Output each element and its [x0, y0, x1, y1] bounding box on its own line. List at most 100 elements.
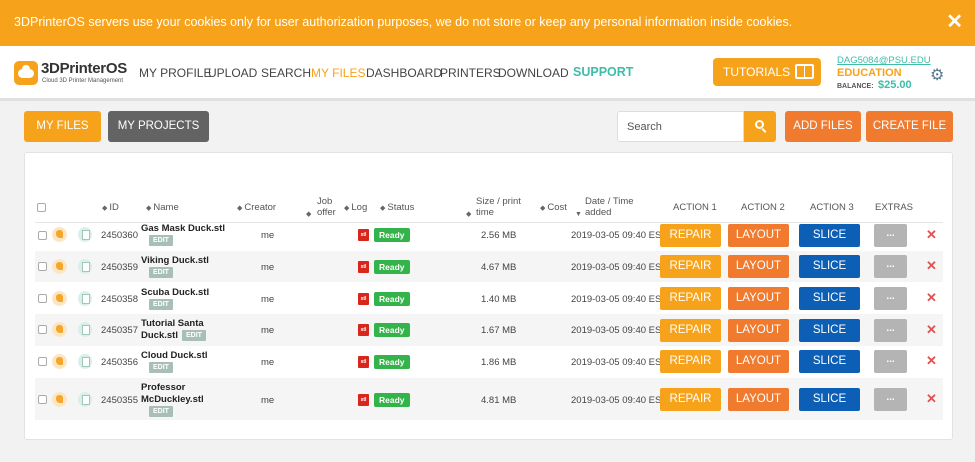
nav-my-profile[interactable]: MY PROFILE [139, 66, 211, 80]
header-cost[interactable]: ◆ Cost [540, 202, 567, 214]
user-email-link[interactable]: DAG5084@PSU.EDU [837, 55, 931, 66]
file-icon[interactable] [78, 354, 92, 369]
extras-button[interactable]: ... [874, 255, 907, 278]
duck-thumbnail-icon[interactable] [52, 259, 67, 274]
delete-icon[interactable]: ✕ [926, 353, 937, 369]
duck-thumbnail-icon[interactable] [52, 392, 67, 407]
nav-my-files[interactable]: MY FILES [311, 66, 365, 80]
layout-button[interactable]: LAYOUT [728, 388, 789, 411]
extras-button[interactable]: ... [874, 350, 907, 373]
edit-button[interactable]: EDIT [182, 330, 206, 341]
file-name[interactable]: Viking Duck.stl [141, 255, 209, 266]
file-icon[interactable] [78, 227, 92, 242]
extras-button[interactable]: ... [874, 287, 907, 310]
layout-button[interactable]: LAYOUT [728, 287, 789, 310]
gear-icon[interactable]: ⚙ [930, 65, 944, 85]
duck-thumbnail-icon[interactable] [52, 291, 67, 306]
delete-icon[interactable]: ✕ [926, 391, 937, 407]
repair-button[interactable]: REPAIR [660, 350, 721, 373]
repair-button[interactable]: REPAIR [660, 224, 721, 247]
row-checkbox[interactable] [38, 325, 47, 334]
add-files-button[interactable]: ADD FILES [785, 111, 861, 142]
select-all-checkbox[interactable] [37, 203, 46, 212]
delete-icon[interactable]: ✕ [926, 227, 937, 243]
repair-button[interactable]: REPAIR [660, 255, 721, 278]
row-checkbox[interactable] [38, 357, 47, 366]
file-size: 4.67 MB [481, 262, 517, 273]
slice-button[interactable]: SLICE [799, 319, 860, 342]
header-id[interactable]: ◆ ID [102, 202, 119, 214]
slice-button[interactable]: SLICE [799, 350, 860, 373]
logo[interactable]: 3DPrinterOS Cloud 3D Printer Management [14, 60, 130, 88]
edit-button[interactable]: EDIT [149, 406, 173, 417]
file-name[interactable]: Gas Mask Duck.stl [141, 223, 225, 234]
header-creator[interactable]: ◆ Creator [237, 202, 276, 214]
duck-thumbnail-icon[interactable] [52, 354, 67, 369]
repair-button[interactable]: REPAIR [660, 388, 721, 411]
row-checkbox[interactable] [38, 262, 47, 271]
close-icon[interactable]: ✕ [946, 11, 963, 33]
edit-button[interactable]: EDIT [149, 235, 173, 246]
slice-button[interactable]: SLICE [799, 255, 860, 278]
layout-button[interactable]: LAYOUT [728, 350, 789, 373]
my-files-button[interactable]: MY FILES [24, 111, 101, 142]
file-icon[interactable] [78, 322, 92, 337]
extras-button[interactable]: ... [874, 388, 907, 411]
header-status[interactable]: ◆ Status [380, 202, 414, 214]
nav-download[interactable]: DOWNLOAD [498, 66, 569, 80]
header-job-offer[interactable]: Job offer [317, 196, 341, 218]
extras-button[interactable]: ... [874, 224, 907, 247]
log-icon[interactable]: stl [358, 293, 369, 305]
nav-search[interactable]: SEARCH [261, 66, 311, 80]
delete-icon[interactable]: ✕ [926, 258, 937, 274]
header-date[interactable]: Date / Time added [585, 196, 641, 218]
layout-button[interactable]: LAYOUT [728, 319, 789, 342]
tutorials-button[interactable]: TUTORIALS [713, 58, 821, 86]
header-name[interactable]: ◆ Name [146, 202, 179, 214]
edit-button[interactable]: EDIT [149, 299, 173, 310]
log-icon[interactable]: stl [358, 356, 369, 368]
file-icon[interactable] [78, 259, 92, 274]
log-icon[interactable]: stl [358, 229, 369, 241]
delete-icon[interactable]: ✕ [926, 290, 937, 306]
file-name[interactable]: Professor [141, 382, 185, 393]
row-checkbox[interactable] [38, 395, 47, 404]
slice-button[interactable]: SLICE [799, 388, 860, 411]
log-icon[interactable]: stl [358, 324, 369, 336]
duck-thumbnail-icon[interactable] [52, 322, 67, 337]
file-name-line2[interactable]: Duck.stl [141, 330, 178, 341]
table-row: 2450355 Professor McDuckley.stl EDIT me … [35, 378, 943, 420]
file-name[interactable]: Cloud Duck.stl [141, 350, 208, 361]
duck-thumbnail-icon[interactable] [52, 227, 67, 242]
nav-upload[interactable]: UPLOAD [208, 66, 257, 80]
my-projects-button[interactable]: MY PROJECTS [108, 111, 209, 142]
log-icon[interactable]: stl [358, 261, 369, 273]
slice-button[interactable]: SLICE [799, 287, 860, 310]
file-icon[interactable] [78, 392, 92, 407]
file-name[interactable]: Scuba Duck.stl [141, 287, 209, 298]
nav-support[interactable]: SUPPORT [573, 65, 633, 79]
search-input[interactable] [617, 111, 744, 142]
file-name-line2[interactable]: McDuckley.stl [141, 394, 204, 405]
edit-button[interactable]: EDIT [149, 267, 173, 278]
repair-button[interactable]: REPAIR [660, 319, 721, 342]
header-size[interactable]: Size / print time [476, 196, 532, 218]
slice-button[interactable]: SLICE [799, 224, 860, 247]
file-name[interactable]: Tutorial Santa [141, 318, 204, 329]
header-log[interactable]: ◆ Log [344, 202, 367, 214]
repair-button[interactable]: REPAIR [660, 287, 721, 310]
nav-printers[interactable]: PRINTERS [440, 66, 501, 80]
log-icon[interactable]: stl [358, 394, 369, 406]
row-checkbox[interactable] [38, 294, 47, 303]
file-icon[interactable] [78, 291, 92, 306]
layout-button[interactable]: LAYOUT [728, 255, 789, 278]
extras-button[interactable]: ... [874, 319, 907, 342]
row-checkbox[interactable] [38, 231, 47, 240]
search-icon[interactable] [744, 111, 776, 142]
delete-icon[interactable]: ✕ [926, 322, 937, 338]
create-file-button[interactable]: CREATE FILE [866, 111, 953, 142]
nav-dashboard[interactable]: DASHBOARD [366, 66, 442, 80]
date-added: 2019-03-05 09:40 EST [571, 325, 668, 336]
edit-button[interactable]: EDIT [149, 362, 173, 373]
layout-button[interactable]: LAYOUT [728, 224, 789, 247]
